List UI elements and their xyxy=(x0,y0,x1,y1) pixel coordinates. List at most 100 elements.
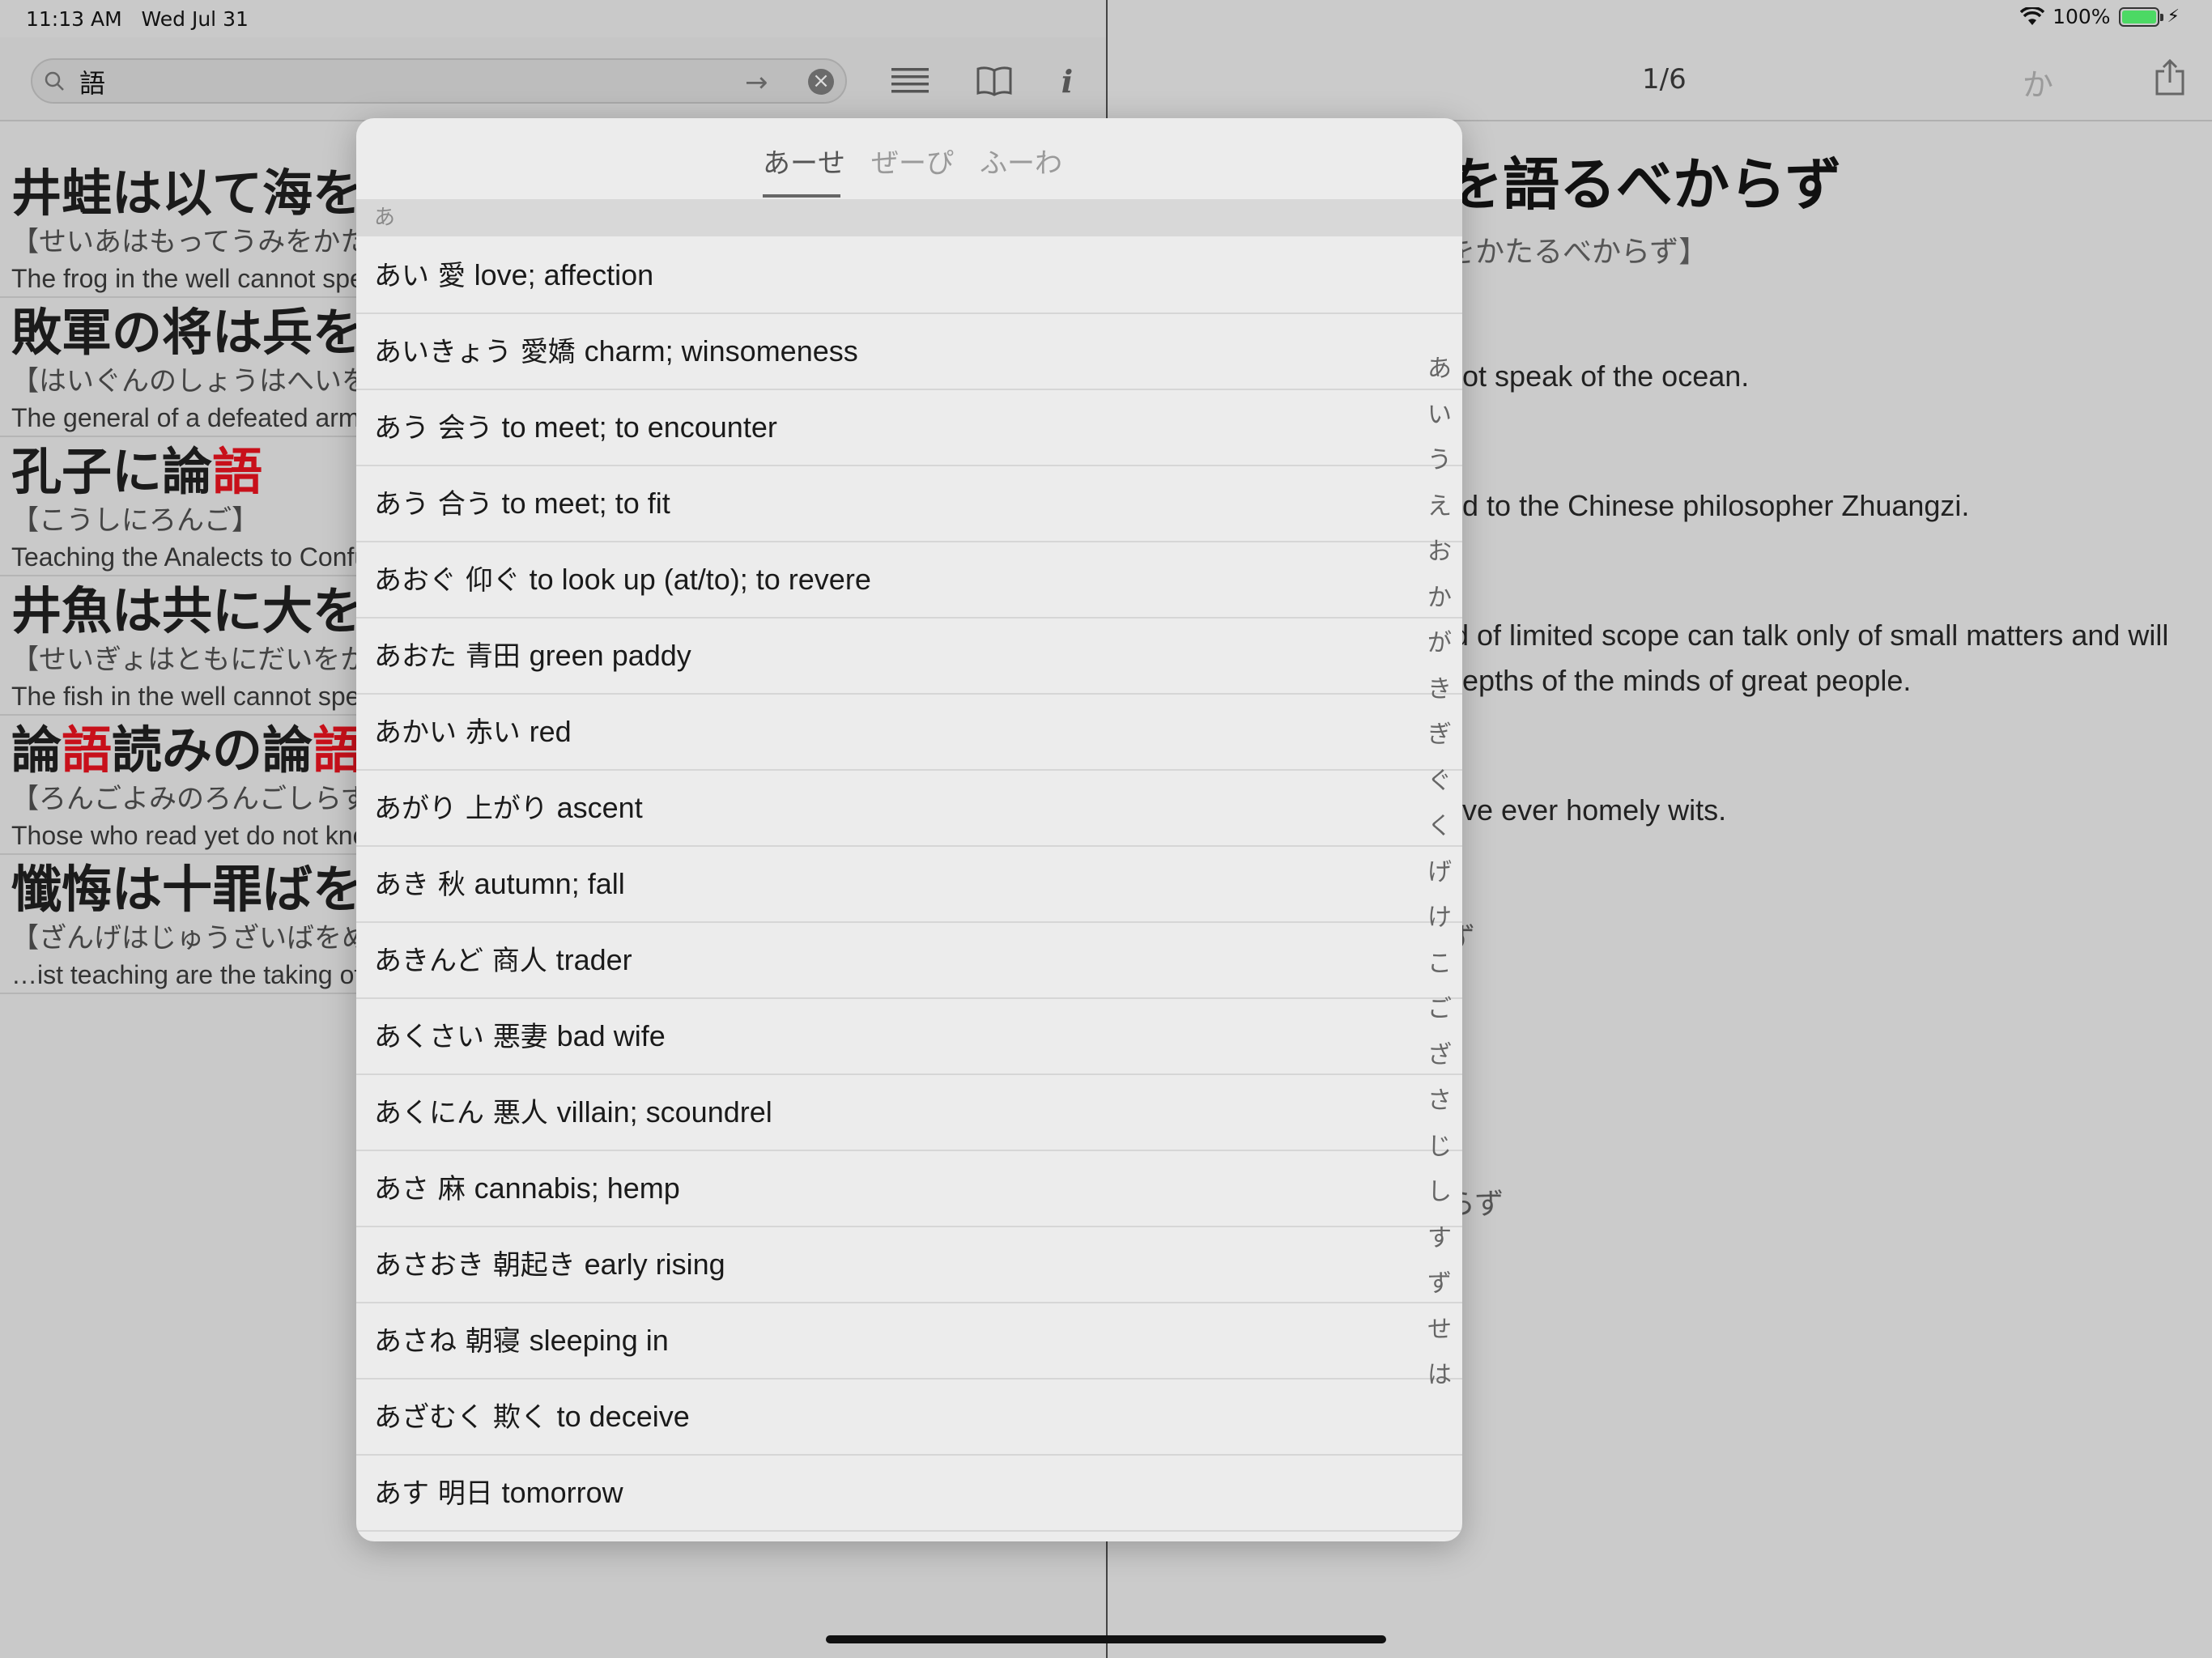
index-letter[interactable]: げ xyxy=(1423,850,1456,896)
index-letter[interactable]: は xyxy=(1423,1353,1456,1399)
vocabulary-entry[interactable]: あさおき 朝起き early rising xyxy=(356,1227,1462,1303)
tab-ze-pi[interactable]: ぜーぴ xyxy=(871,141,954,181)
vocabulary-entry[interactable]: あざむく 欺く to deceive xyxy=(356,1380,1462,1456)
battery-percent: 100% xyxy=(2052,5,2111,28)
page-counter: 1/6 xyxy=(1642,63,1687,96)
vocabulary-entry[interactable]: あおた 青田 green paddy xyxy=(356,619,1462,695)
search-input[interactable] xyxy=(78,65,761,99)
vocabulary-entry[interactable]: あきんど 商人 trader xyxy=(356,923,1462,999)
share-icon[interactable] xyxy=(2154,58,2186,97)
vocabulary-entry[interactable]: あがり 上がり ascent xyxy=(356,771,1462,847)
entry-kanji: 会う xyxy=(437,412,493,444)
index-letter[interactable]: か xyxy=(1423,576,1456,622)
entry-kanji: 欺く xyxy=(492,1401,548,1434)
vocabulary-entry[interactable]: あかい 赤い red xyxy=(356,695,1462,771)
vocabulary-entry[interactable]: あう 会う to meet; to encounter xyxy=(356,390,1462,466)
book-button[interactable] xyxy=(970,57,1019,105)
vocabulary-entry[interactable]: あいきょう 愛嬌 charm; winsomeness xyxy=(356,314,1462,390)
entry-meaning: red xyxy=(529,715,572,748)
index-letter[interactable]: ぐ xyxy=(1423,759,1456,805)
entry-meaning: cannabis; hemp xyxy=(474,1171,680,1205)
index-letter[interactable]: き xyxy=(1423,667,1456,713)
section-index[interactable]: あいうえおかがきぎぐくげけこござさじしすずせは xyxy=(1423,346,1456,1399)
entry-kanji: 秋 xyxy=(437,869,466,901)
entry-meaning: autumn; fall xyxy=(474,867,625,900)
entry-kana: あき xyxy=(374,869,429,901)
index-letter[interactable]: が xyxy=(1423,621,1456,667)
index-letter[interactable]: う xyxy=(1423,438,1456,484)
entry-kanji: 悪人 xyxy=(492,1097,548,1129)
vocabulary-entry[interactable]: あう 合う to meet; to fit xyxy=(356,466,1462,542)
vocabulary-entry[interactable]: あす 明日 tomorrow xyxy=(356,1456,1462,1532)
wifi-icon xyxy=(2020,6,2045,25)
entry-kanji: 明日 xyxy=(437,1477,493,1510)
entry-kanji: 仰ぐ xyxy=(465,564,521,597)
popover-tabs: あーせ ぜーぴ ふーわ xyxy=(356,118,1462,201)
entry-kanji: 麻 xyxy=(437,1173,466,1205)
index-letter[interactable]: す xyxy=(1423,1216,1456,1262)
entry-meaning: to deceive xyxy=(556,1400,690,1433)
book-icon xyxy=(976,66,1012,96)
vocabulary-entry[interactable]: あさ 麻 cannabis; hemp xyxy=(356,1151,1462,1227)
entry-kanji: 朝起き xyxy=(492,1249,576,1282)
index-letter[interactable]: こ xyxy=(1423,942,1456,988)
entry-meaning: early rising xyxy=(584,1248,725,1281)
info-button[interactable]: i xyxy=(1043,57,1091,105)
index-letter[interactable]: さ xyxy=(1423,1078,1456,1124)
entry-kana: あざむく xyxy=(374,1401,484,1434)
clear-search-button[interactable]: × xyxy=(808,69,834,95)
vocabulary-popover: あーせ ぜーぴ ふーわ あ あい 愛 love; affection あいきょう … xyxy=(356,118,1462,1541)
search-bar[interactable]: → × xyxy=(31,58,847,104)
vocabulary-entry[interactable]: あさね 朝寝 sleeping in xyxy=(356,1303,1462,1380)
entry-meaning: charm; winsomeness xyxy=(584,334,858,368)
index-letter[interactable]: お xyxy=(1423,529,1456,576)
vocabulary-entry[interactable]: あおぐ 仰ぐ to look up (at/to); to revere xyxy=(356,542,1462,619)
vocabulary-entry[interactable]: あくにん 悪人 villain; scoundrel xyxy=(356,1075,1462,1151)
index-letter[interactable]: く xyxy=(1423,804,1456,850)
entry-meaning: green paddy xyxy=(529,639,691,672)
detail-meaning-line2: depths of the minds of great people. xyxy=(1446,664,1912,697)
entry-kanji: 愛嬌 xyxy=(520,336,576,368)
vocabulary-entry[interactable]: あい 愛 love; affection xyxy=(356,238,1462,314)
detail-title: を語るべからず xyxy=(1446,151,1842,218)
list-button[interactable] xyxy=(886,57,934,105)
index-letter[interactable]: け xyxy=(1423,895,1456,942)
entry-meaning: villain; scoundrel xyxy=(556,1095,772,1129)
index-letter[interactable]: ぎ xyxy=(1423,712,1456,759)
list-icon xyxy=(891,68,929,93)
entry-meaning: to look up (at/to); to revere xyxy=(529,563,871,596)
index-letter[interactable]: ざ xyxy=(1423,1033,1456,1079)
entry-kanji: 青田 xyxy=(465,640,521,673)
kana-toggle-button[interactable]: か xyxy=(2023,60,2053,104)
index-letter[interactable]: ご xyxy=(1423,987,1456,1033)
vocabulary-list: あい 愛 love; affection あいきょう 愛嬌 charm; wins… xyxy=(356,238,1462,1532)
entry-kana: あす xyxy=(374,1477,429,1510)
index-letter[interactable]: じ xyxy=(1423,1124,1456,1171)
entry-kanji: 朝寝 xyxy=(465,1325,521,1358)
entry-meaning: to meet; to encounter xyxy=(501,410,777,444)
entry-kana: あおた xyxy=(374,640,457,673)
tab-a-se[interactable]: あーせ xyxy=(763,141,845,181)
left-navigation-bar: → × i xyxy=(0,37,1106,121)
search-icon xyxy=(45,71,64,91)
detail-meaning-line1: ld of limited scope can talk only of sma… xyxy=(1446,619,2169,652)
index-letter[interactable]: い xyxy=(1423,393,1456,439)
index-letter[interactable]: あ xyxy=(1423,346,1456,393)
vocabulary-entry[interactable]: あき 秋 autumn; fall xyxy=(356,847,1462,923)
entry-kana: あかい xyxy=(374,716,457,749)
arrow-right-icon[interactable]: → xyxy=(745,66,768,99)
index-letter[interactable]: ず xyxy=(1423,1261,1456,1307)
index-letter[interactable]: え xyxy=(1423,484,1456,530)
tab-fu-wa[interactable]: ふーわ xyxy=(980,141,1062,181)
entry-kanji: 悪妻 xyxy=(492,1021,548,1053)
battery-icon xyxy=(2118,6,2163,27)
status-time: 11:13 AM Wed Jul 31 xyxy=(26,7,249,31)
section-header: あ xyxy=(356,199,1462,236)
vocabulary-entry[interactable]: あくさい 悪妻 bad wife xyxy=(356,999,1462,1075)
home-indicator[interactable] xyxy=(826,1635,1386,1643)
charging-bolt-icon: ⚡ xyxy=(2167,6,2180,27)
index-letter[interactable]: せ xyxy=(1423,1307,1456,1354)
entry-kana: あくさい xyxy=(374,1021,484,1053)
index-letter[interactable]: し xyxy=(1423,1170,1456,1216)
entry-meaning: ascent xyxy=(556,791,643,824)
